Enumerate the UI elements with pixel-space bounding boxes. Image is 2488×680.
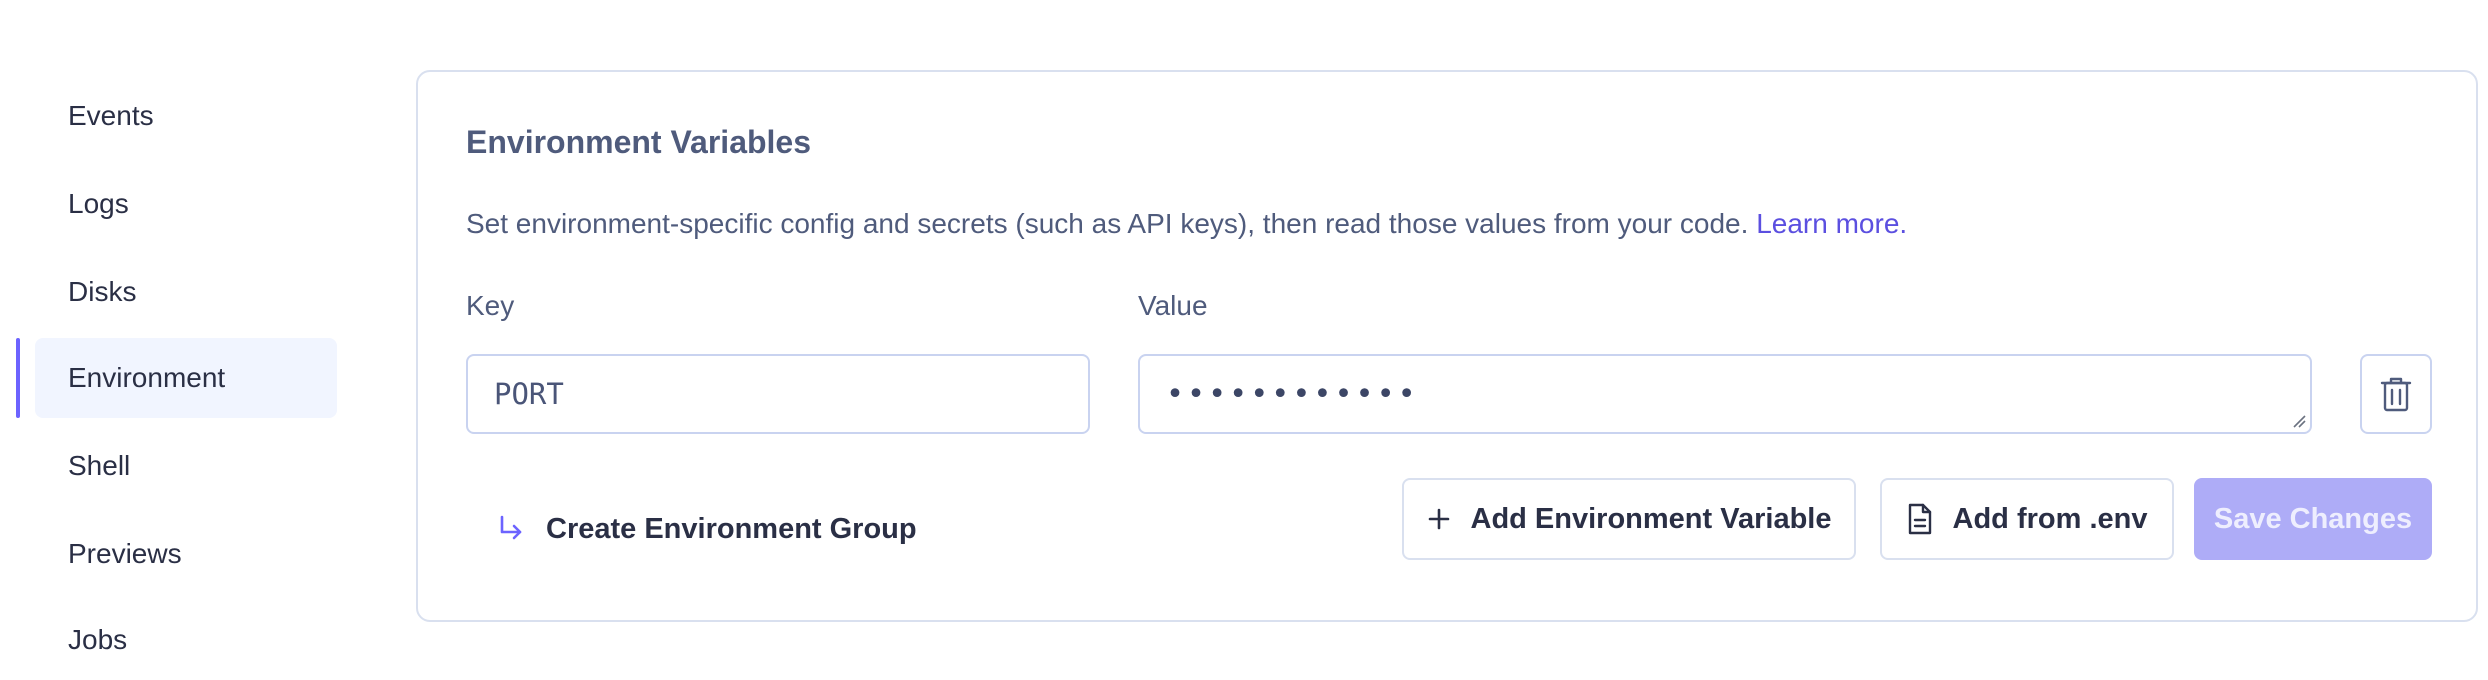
sidebar-item-label: Events [68,100,154,131]
plus-icon [1428,508,1449,530]
sidebar-item-label: Environment [68,362,226,393]
card-description: Set environment-specific config and secr… [466,208,1907,240]
create-environment-group-button[interactable]: Create Environment Group [498,502,917,556]
value-label: Value [1138,290,1208,321]
sidebar-item-previews[interactable]: Previews [35,514,337,594]
value-input-masked: •••••••••••• [1166,376,1419,412]
sidebar-item-logs[interactable]: Logs [35,164,337,244]
environment-variables-card: Environment Variables Set environment-sp… [416,70,2478,622]
add-environment-variable-label: Add Environment Variable [1470,502,1832,535]
return-arrow-icon [500,515,522,540]
sidebar-item-label: Jobs [68,624,128,655]
value-input[interactable]: •••••••••••• [1138,354,2312,434]
add-from-env-label: Add from .env [1952,502,2148,535]
resize-grip-icon[interactable] [2290,412,2306,428]
sidebar-item-disks[interactable]: Disks [35,252,337,332]
save-changes-button[interactable]: Save Changes [2194,478,2432,560]
sidebar-item-label: Previews [68,538,182,569]
key-label: Key [466,290,515,321]
add-from-env-button[interactable]: Add from .env [1880,478,2174,560]
sidebar-item-environment[interactable]: Environment [35,338,337,418]
sidebar-item-label: Disks [68,276,137,307]
card-title: Environment Variables [466,124,812,160]
trash-icon [2380,377,2412,412]
add-environment-variable-button[interactable]: Add Environment Variable [1402,478,1856,560]
learn-more-link[interactable]: Learn more. [1756,208,1907,239]
file-icon [1908,503,1931,535]
description-text: Set environment-specific config and secr… [466,208,1749,239]
sidebar-item-label: Logs [68,188,129,219]
delete-variable-button[interactable] [2360,354,2432,434]
sidebar: Events Logs Disks Environment Shell Prev… [0,0,400,655]
key-input-value: PORT [494,377,564,411]
save-changes-label: Save Changes [2213,502,2413,535]
sidebar-item-shell[interactable]: Shell [35,426,337,506]
active-indicator [16,338,20,418]
sidebar-item-label: Shell [68,450,131,481]
sidebar-item-events[interactable]: Events [35,76,337,156]
sidebar-item-jobs[interactable]: Jobs [35,600,337,680]
create-environment-group-label: Create Environment Group [546,512,917,545]
key-input[interactable]: PORT [466,354,1090,434]
